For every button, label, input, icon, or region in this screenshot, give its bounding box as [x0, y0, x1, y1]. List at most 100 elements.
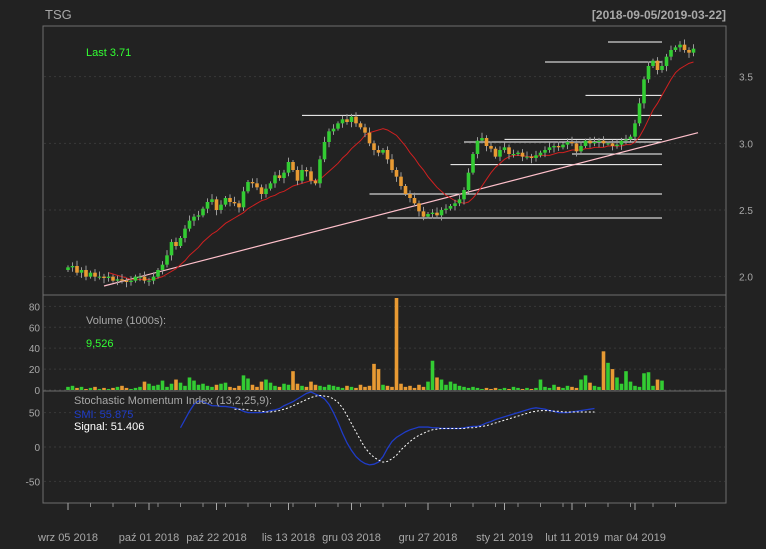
candle-down	[93, 272, 97, 277]
volume-bar	[462, 386, 466, 390]
candle-down	[408, 194, 412, 198]
candle-down	[655, 60, 660, 70]
candle-down	[610, 143, 615, 146]
candle-up	[579, 146, 583, 152]
volume-bar	[156, 384, 160, 390]
candle-up	[138, 276, 142, 278]
support-resistance-lines	[302, 41, 662, 219]
volume-bar	[565, 385, 570, 390]
candle-up	[151, 276, 156, 281]
candle-up	[624, 139, 628, 141]
candle-up	[615, 144, 619, 146]
volume-bar	[322, 386, 327, 390]
volume-bar	[219, 383, 223, 390]
smi-tick-label: 0	[34, 443, 40, 454]
candle-down	[588, 140, 592, 144]
smi-panel: -50 0 50 Stochastic Momentum Index (13,2,2…	[26, 390, 727, 504]
volume-bar	[286, 384, 291, 390]
volume-bar	[516, 387, 520, 390]
volume-bar	[439, 379, 444, 390]
volume-bar	[106, 388, 111, 390]
volume-bar	[183, 385, 187, 390]
x-tick-label: gru 03 2018	[322, 532, 381, 544]
candle-down	[570, 142, 574, 144]
volume-bar	[538, 379, 543, 390]
candle-up	[646, 66, 651, 80]
volume-bar	[115, 386, 120, 390]
volume-bar	[651, 385, 655, 390]
volume-tick-label: 80	[29, 302, 41, 313]
volume-bar	[282, 383, 286, 390]
candle-down	[376, 150, 381, 153]
volume-tick-label: 60	[29, 323, 41, 334]
candle-down	[367, 132, 372, 144]
candle-up	[538, 152, 543, 156]
candle-down	[493, 148, 498, 157]
candle-down	[304, 170, 309, 172]
candle-up	[133, 276, 138, 281]
volume-bar	[534, 387, 538, 390]
volume-bar	[390, 386, 394, 390]
candle-down	[687, 50, 691, 53]
candle-down	[421, 211, 426, 217]
volume-bar	[169, 383, 174, 390]
candle-up	[691, 48, 696, 53]
moving-average-line	[108, 61, 694, 280]
smi-title: Stochastic Momentum Index (13,2,25,9):	[74, 395, 272, 407]
volume-bar	[615, 377, 619, 390]
candle-down	[250, 182, 255, 184]
candle-down	[124, 280, 129, 282]
volume-bar	[552, 384, 556, 390]
x-tick-label: lut 11 2019	[545, 532, 599, 544]
candle-up	[673, 47, 678, 50]
volume-panel-frame	[42, 294, 727, 392]
candle-down	[313, 180, 318, 184]
volume-bar	[178, 382, 183, 390]
candle-up	[336, 123, 340, 129]
volume-bar	[88, 387, 93, 390]
candle-up	[129, 280, 133, 282]
candle-up	[448, 206, 453, 209]
candle-down	[363, 127, 367, 133]
candle-up	[453, 203, 457, 206]
candle-up	[66, 267, 70, 270]
candle-down	[399, 176, 403, 186]
volume-bar	[367, 385, 372, 390]
candle-up	[210, 199, 214, 202]
volume-bar	[376, 369, 381, 390]
volume-bar	[210, 386, 214, 390]
price-grid	[44, 76, 725, 278]
volume-bar	[417, 384, 421, 390]
volume-bar	[246, 378, 250, 390]
candle-up	[241, 191, 246, 208]
candle-up	[322, 142, 327, 160]
volume-bar	[484, 387, 489, 390]
volume-bar	[412, 387, 417, 390]
x-tick-label: mar 04 2019	[604, 532, 666, 544]
volume-bar	[277, 386, 282, 390]
volume-bar	[309, 381, 313, 390]
volume-bar	[300, 385, 304, 390]
volume-bar	[313, 384, 318, 390]
volume-bar	[403, 386, 408, 390]
volume-bar	[336, 386, 340, 390]
candle-up	[282, 172, 286, 178]
volume-bar	[241, 375, 246, 390]
candle-up	[552, 146, 556, 148]
volume-bar	[394, 298, 399, 390]
candle-up	[205, 202, 210, 209]
candle-up	[196, 215, 201, 217]
candle-up	[286, 162, 291, 173]
volume-bar	[448, 381, 453, 390]
candle-up	[597, 140, 601, 142]
volume-bar	[637, 386, 642, 390]
volume-bar	[660, 380, 664, 390]
candle-up	[525, 156, 529, 158]
volume-bar	[124, 387, 129, 390]
candle-down	[354, 116, 358, 124]
candle-up	[678, 44, 682, 48]
price-panel-frame	[42, 25, 727, 296]
candle-up	[565, 142, 570, 145]
stock-chart: TSG [2018-09-05/2019-03-22] 2.0 2.5 3.0 3.5…	[26, 7, 754, 544]
candle-down	[142, 276, 147, 281]
